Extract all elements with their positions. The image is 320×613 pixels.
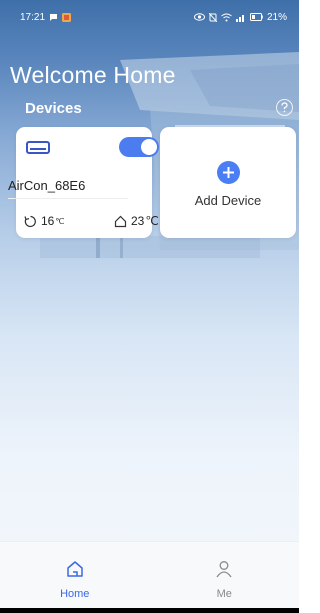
devices-section-title: Devices (25, 100, 82, 117)
air-conditioner-icon (26, 141, 50, 154)
silent-icon (208, 12, 217, 22)
eye-icon (193, 13, 205, 21)
device-name: AirCon_68E6 (8, 178, 86, 193)
app-screen: 17:21 21% Welcome Home Devices AirCon_68… (0, 0, 299, 613)
battery-icon (249, 13, 263, 21)
home-temperature-icon (114, 215, 127, 227)
add-icon[interactable] (217, 161, 240, 184)
system-navigation-bar (0, 608, 299, 613)
tab-me-label: Me (216, 588, 232, 600)
battery-percentage: 21% (266, 11, 287, 23)
status-bar: 17:21 21% (0, 0, 299, 34)
temperature-unit: ℃ (145, 214, 159, 228)
signal-icon (235, 14, 244, 22)
room-temperature-value: 23 (131, 214, 145, 228)
device-power-toggle[interactable] (119, 137, 159, 157)
cooling-mode-icon (24, 215, 36, 227)
wifi-icon (221, 13, 232, 21)
page-title: Welcome Home (10, 62, 176, 88)
help-icon[interactable] (276, 99, 293, 116)
toggle-knob (141, 139, 157, 155)
status-time: 17:21 (20, 11, 46, 23)
tab-me[interactable]: Me (150, 542, 300, 613)
add-device-label: Add Device (194, 193, 262, 208)
app-notification-icon (62, 12, 72, 22)
set-temperature-value: 16 (41, 214, 55, 228)
set-temperature: 16 ℃ (24, 214, 64, 228)
add-device-card[interactable]: Add Device (160, 127, 296, 238)
user-icon (216, 561, 232, 578)
message-icon (50, 14, 58, 21)
tab-home[interactable]: Home (0, 542, 150, 613)
tab-home-label: Home (60, 588, 90, 600)
temperature-unit: ℃ (55, 216, 65, 226)
card-divider (8, 198, 128, 199)
bottom-tab-bar: Home Me (0, 541, 299, 613)
room-temperature: 23 ℃ (114, 214, 159, 228)
home-icon (67, 561, 83, 577)
